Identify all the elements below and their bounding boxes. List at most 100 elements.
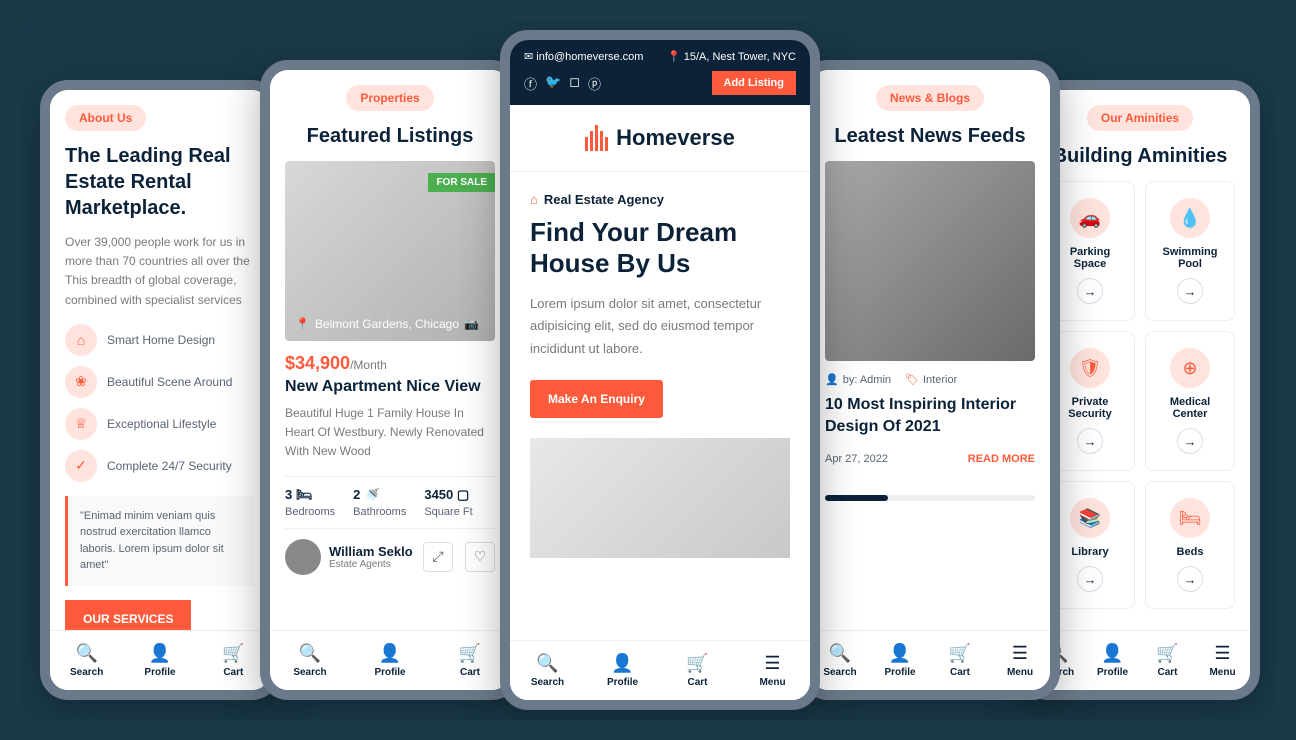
nav-search[interactable]: 🔍Search <box>50 631 123 690</box>
logo-icon <box>585 125 608 151</box>
cart-icon: 🛒 <box>949 643 971 664</box>
listing-desc: Beautiful Huge 1 Family House In Heart O… <box>285 404 495 462</box>
expand-button[interactable]: ⤢ <box>423 542 453 572</box>
amenity-card[interactable]: ⊕Medical Center→ <box>1145 331 1235 471</box>
amenity-label: Medical Center <box>1156 396 1224 420</box>
top-bar: ✉ info@homeverse.com 📍 15/A, Nest Tower,… <box>510 40 810 105</box>
nav-profile[interactable]: 👤Profile <box>350 631 430 690</box>
about-badge: About Us <box>65 105 146 131</box>
feature-item: ❀Beautiful Scene Around <box>65 366 255 398</box>
like-button[interactable]: ♡ <box>465 542 495 572</box>
bottom-nav: 🔍Search 👤Profile 🛒Cart ☰Menu <box>810 630 1050 690</box>
news-title[interactable]: 10 Most Inspiring Interior Design Of 202… <box>825 394 1035 439</box>
nav-search[interactable]: 🔍Search <box>510 641 585 700</box>
facebook-icon[interactable]: ⓕ <box>524 74 537 93</box>
arrow-icon: → <box>1177 566 1203 592</box>
amenity-icon: 🚗 <box>1070 198 1110 238</box>
amenity-icon: 💧 <box>1170 198 1210 238</box>
news-image[interactable] <box>825 161 1035 361</box>
listings-title: Featured Listings <box>285 123 495 149</box>
sale-badge: FOR SALE <box>428 173 495 192</box>
category-meta: 🏷Interior <box>905 373 957 386</box>
pin-icon: 📍 <box>667 51 681 63</box>
nav-cart[interactable]: 🛒Cart <box>197 631 270 690</box>
amenity-label: Parking Space <box>1056 246 1124 270</box>
arrow-icon: → <box>1177 278 1203 304</box>
profile-icon: 👤 <box>149 643 171 664</box>
agent-role: Estate Agents <box>329 559 413 570</box>
nav-menu[interactable]: ☰Menu <box>735 641 810 700</box>
amenity-card[interactable]: 🛏Beds→ <box>1145 481 1235 609</box>
agent-avatar[interactable] <box>285 539 321 575</box>
author-meta: 👤by: Admin <box>825 373 891 386</box>
spec-bathrooms: 2 🚿Bathrooms <box>353 487 406 518</box>
location-label: 📍Belmont Gardens, Chicago📷 <box>295 317 479 331</box>
spec-sqft: 3450 ▢Square Ft <box>424 487 472 518</box>
cart-icon: 🛒 <box>222 643 244 664</box>
feature-item: ♕Exceptional Lifestyle <box>65 408 255 440</box>
logo[interactable]: Homeverse <box>510 105 810 172</box>
feature-item: ✓Complete 24/7 Security <box>65 450 255 482</box>
nav-cart[interactable]: 🛒Cart <box>660 641 735 700</box>
pin-icon: 📍 <box>295 317 310 331</box>
our-services-button[interactable]: OUR SERVICES <box>65 600 191 630</box>
read-more-link[interactable]: READ MORE <box>968 453 1035 465</box>
twitter-icon[interactable]: 🐦 <box>545 74 561 93</box>
leaf-icon: ❀ <box>65 366 97 398</box>
nav-profile[interactable]: 👤Profile <box>870 631 930 690</box>
shield-icon: ✓ <box>65 450 97 482</box>
camera-icon: 📷 <box>464 317 479 331</box>
feature-item: ⌂Smart Home Design <box>65 324 255 356</box>
amenity-label: Private Security <box>1056 396 1124 420</box>
arrow-icon: → <box>1077 566 1103 592</box>
cart-icon: 🛒 <box>459 643 481 664</box>
home-icon: ⌂ <box>65 324 97 356</box>
nav-menu[interactable]: ☰Menu <box>990 631 1050 690</box>
menu-icon: ☰ <box>764 653 780 674</box>
cart-icon: 🛒 <box>686 653 708 674</box>
nav-profile[interactable]: 👤Profile <box>123 631 196 690</box>
listing-title[interactable]: New Apartment Nice View <box>285 378 495 396</box>
amenities-badge: Our Aminities <box>1087 105 1193 131</box>
scroll-progress[interactable] <box>825 495 1035 501</box>
home-icon: ⌂ <box>530 192 538 207</box>
nav-cart[interactable]: 🛒Cart <box>1140 631 1195 690</box>
hero-text: Lorem ipsum dolor sit amet, consectetur … <box>530 293 790 359</box>
menu-icon: ☰ <box>1012 643 1028 664</box>
amenity-card[interactable]: 💧 Swimming Pool → <box>1145 181 1235 321</box>
search-icon: 🔍 <box>536 653 558 674</box>
wine-icon: ♕ <box>65 408 97 440</box>
add-listing-button[interactable]: Add Listing <box>712 71 797 95</box>
pinterest-icon[interactable]: ⓟ <box>588 74 601 93</box>
properties-badge: Properties <box>346 85 433 111</box>
email-contact[interactable]: ✉ info@homeverse.com <box>524 50 643 63</box>
news-heading: Leatest News Feeds <box>825 123 1035 149</box>
tag-icon: 🏷 <box>905 373 919 386</box>
nav-menu[interactable]: ☰Menu <box>1195 631 1250 690</box>
enquiry-button[interactable]: Make An Enquiry <box>530 380 663 418</box>
hero-title: Find Your Dream House By Us <box>530 217 790 279</box>
nav-profile[interactable]: 👤Profile <box>585 641 660 700</box>
nav-cart[interactable]: 🛒Cart <box>930 631 990 690</box>
property-image[interactable]: FOR SALE 📍Belmont Gardens, Chicago📷 <box>285 161 495 341</box>
amenities-title: Building Aminities <box>1045 143 1235 169</box>
profile-icon: 👤 <box>611 653 633 674</box>
arrow-icon: → <box>1077 278 1103 304</box>
bottom-nav: 🔍Search 👤Profile 🛒Cart <box>50 630 270 690</box>
agency-label: ⌂Real Estate Agency <box>530 192 790 207</box>
amenity-label: Swimming Pool <box>1156 246 1224 270</box>
nav-profile[interactable]: 👤Profile <box>1085 631 1140 690</box>
bottom-nav: 🔍Search 👤Profile 🛒Cart <box>270 630 510 690</box>
instagram-icon[interactable]: ◻ <box>569 74 580 93</box>
cart-icon: 🛒 <box>1156 643 1178 664</box>
testimonial-quote: "Enimad minim veniam quis nostrud exerci… <box>65 496 255 586</box>
amenity-label: Beds <box>1177 546 1204 558</box>
news-badge: News & Blogs <box>876 85 984 111</box>
news-date: Apr 27, 2022 <box>825 453 888 465</box>
search-icon: 🔍 <box>75 643 97 664</box>
user-icon: 👤 <box>825 373 839 386</box>
logo-text: Homeverse <box>616 125 735 151</box>
arrow-icon: → <box>1177 428 1203 454</box>
nav-cart[interactable]: 🛒Cart <box>430 631 510 690</box>
nav-search[interactable]: 🔍Search <box>270 631 350 690</box>
